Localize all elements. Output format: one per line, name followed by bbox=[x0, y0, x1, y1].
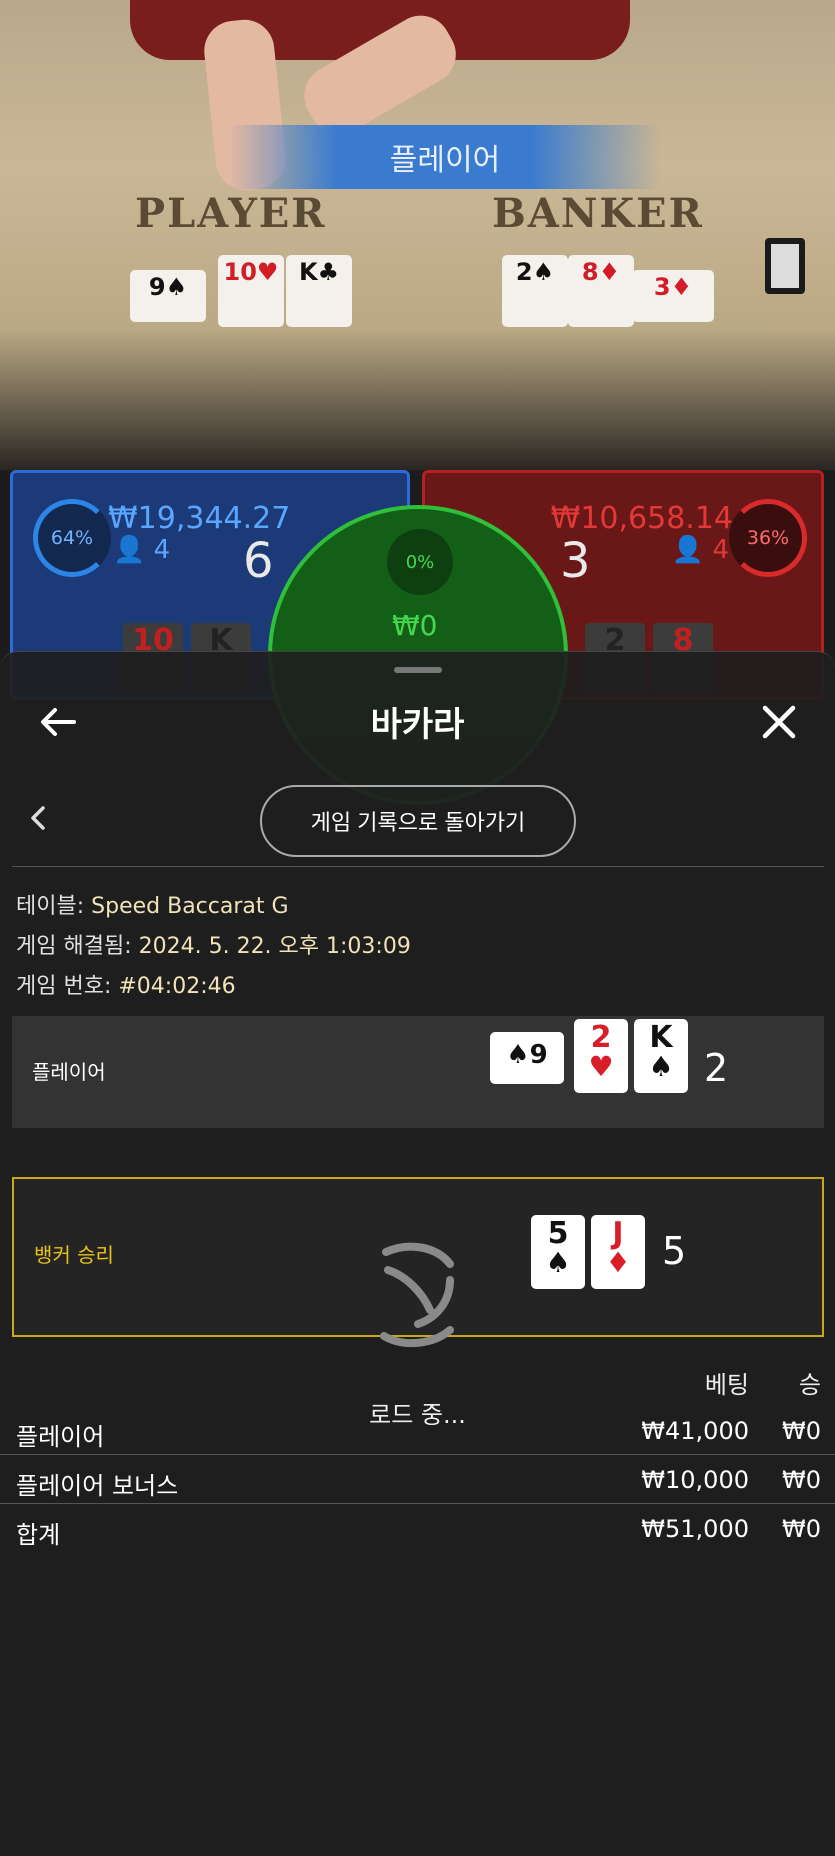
game-number-info: 게임 번호: #04:02:46 bbox=[16, 968, 236, 1000]
card-suit: ♦ bbox=[605, 1246, 631, 1279]
card-rank: K bbox=[649, 1020, 673, 1055]
table-info: 테이블: Speed Baccarat G bbox=[16, 888, 289, 920]
chevron-left-icon bbox=[31, 806, 45, 830]
player-percent-ring: 64% bbox=[33, 499, 111, 577]
card-rank: ♠9 bbox=[490, 1042, 564, 1068]
card-rank: 5 bbox=[547, 1216, 569, 1251]
player-bettor-count: 👤 4 bbox=[113, 535, 170, 565]
resolved-info: 게임 해결됨: 2024. 5. 22. 오후 1:03:09 bbox=[16, 928, 411, 960]
table-card: 9♠ bbox=[130, 270, 206, 322]
table-card: 3♦ bbox=[632, 270, 714, 322]
card-rank: 2 bbox=[590, 1020, 612, 1055]
player-hand-label: 플레이어 bbox=[32, 1060, 106, 1084]
close-icon bbox=[762, 705, 796, 739]
banker-percent-ring: 36% bbox=[729, 499, 807, 577]
player-card-3: K ♠ bbox=[634, 1019, 688, 1093]
live-video: 플레이어 PLAYER BANKER 9♠ 10♥ K♣ 2♠ 8♦ 3♦ bbox=[0, 0, 835, 470]
card-rank-value: 9 bbox=[529, 1040, 548, 1070]
player-card-2: 2 ♥ bbox=[574, 1019, 628, 1093]
user-icon: 👤 bbox=[113, 535, 146, 565]
player-hand-score: 2 bbox=[704, 1046, 729, 1090]
loading-text: 로드 중... bbox=[369, 1401, 466, 1429]
banker-hand-label: 뱅커 승리 bbox=[34, 1243, 114, 1267]
card-suit: ♠ bbox=[545, 1246, 571, 1279]
back-to-history-button[interactable]: 게임 기록으로 돌아가기 bbox=[260, 785, 576, 857]
banker-card-1: 5 ♠ bbox=[531, 1215, 585, 1289]
player-hand-row: 플레이어 ♠9 2 ♥ K ♠ 2 bbox=[12, 1016, 824, 1128]
table-info-label: 테이블: bbox=[16, 894, 92, 919]
app-root: 플레이어 PLAYER BANKER 9♠ 10♥ K♣ 2♠ 8♦ 3♦ 64… bbox=[0, 0, 835, 1856]
player-total-amount: ₩19,344.27 bbox=[108, 501, 291, 536]
table-card: 2♠ bbox=[502, 255, 568, 327]
game-number-value: #04:02:46 bbox=[118, 974, 236, 999]
resolved-info-label: 게임 해결됨: bbox=[16, 934, 139, 959]
total-label: 합계 bbox=[16, 1521, 61, 1549]
resolved-info-value: 2024. 5. 22. 오후 1:03:09 bbox=[138, 934, 411, 959]
banker-bettor-count: 👤 4 bbox=[672, 535, 729, 565]
banker-count-value: 4 bbox=[712, 535, 729, 565]
card-suit: ♥ bbox=[588, 1050, 614, 1083]
divider bbox=[12, 866, 824, 867]
total-row: 합계 ₩51,000 ₩0 bbox=[0, 1505, 835, 1553]
tie-percent-ring: 0% bbox=[387, 529, 453, 595]
total-win: ₩0 bbox=[782, 1515, 821, 1543]
table-player-word: PLAYER bbox=[135, 190, 327, 237]
win-amount: ₩0 bbox=[782, 1466, 821, 1494]
card-shoe bbox=[765, 238, 805, 294]
table-info-value: Speed Baccarat G bbox=[91, 894, 289, 919]
table-card: 10♥ bbox=[218, 255, 284, 327]
table-banker-word: BANKER bbox=[492, 190, 704, 237]
sheet-drag-handle[interactable] bbox=[394, 667, 442, 673]
player-count-value: 4 bbox=[153, 535, 171, 565]
card-rank: J bbox=[612, 1216, 624, 1251]
banker-score: 3 bbox=[560, 533, 591, 589]
banker-hand-score: 5 bbox=[662, 1229, 687, 1273]
player-score: 6 bbox=[243, 533, 274, 589]
bet-row: 플레이어 보너스 ₩10,000 ₩0 bbox=[0, 1456, 835, 1504]
card-suit: ♠ bbox=[648, 1050, 674, 1083]
winner-banner: 플레이어 bbox=[230, 125, 660, 189]
prev-chevron-button[interactable] bbox=[28, 800, 48, 840]
player-card-1: ♠9 bbox=[490, 1032, 564, 1084]
banker-card-2: J ♦ bbox=[591, 1215, 645, 1289]
close-button[interactable] bbox=[749, 692, 809, 752]
table-card: K♣ bbox=[286, 255, 352, 327]
card-suit: ♠ bbox=[506, 1040, 530, 1070]
spinner-icon bbox=[380, 1242, 454, 1348]
user-icon: 👤 bbox=[671, 535, 705, 565]
game-number-label: 게임 번호: bbox=[16, 974, 119, 999]
bet-amount: ₩10,000 bbox=[641, 1466, 749, 1494]
banker-total-amount: ₩10,658.14 bbox=[550, 501, 733, 536]
tie-total-amount: ₩0 bbox=[392, 609, 438, 642]
sheet-title: 바카라 bbox=[370, 705, 465, 745]
bet-name: 플레이어 보너스 bbox=[16, 1472, 179, 1500]
total-bet: ₩51,000 bbox=[641, 1515, 749, 1543]
table-card: 8♦ bbox=[568, 255, 634, 327]
